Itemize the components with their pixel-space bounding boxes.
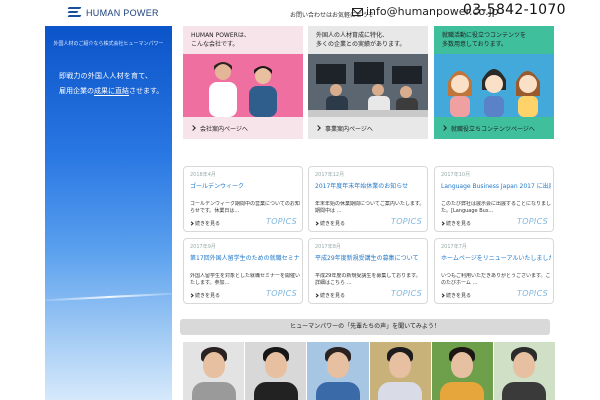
testimonial-photo[interactable] bbox=[307, 342, 369, 400]
illustration-people bbox=[448, 69, 540, 117]
news-date: 2017年10月 bbox=[441, 172, 471, 178]
feature-heading: 外国人の人材育成に特化、多くの企業との実績があります。 bbox=[308, 26, 428, 54]
feature-heading-line: 多くの企業との実績があります。 bbox=[316, 41, 406, 48]
news-excerpt: 年末年始の休業期間についてご案内いたします。期間中は … bbox=[315, 201, 425, 214]
hero-line1: 即戦力の外国人人材を育て、 bbox=[59, 72, 153, 80]
testimonial-photos bbox=[183, 342, 556, 400]
read-more-link[interactable]: 続きを見る bbox=[440, 292, 471, 299]
news-excerpt: このたび弊社は展示会に出展することになりました。[Language Bus… bbox=[441, 201, 551, 214]
news-title[interactable]: 2017年度年末年始休業のお知らせ bbox=[315, 181, 425, 190]
office-photo bbox=[308, 54, 428, 117]
feature-heading: HUMAN POWERは、 こんな会社です。 bbox=[183, 26, 303, 54]
chevron-right-icon bbox=[314, 293, 319, 298]
company-photo bbox=[209, 62, 277, 117]
chevron-right-icon bbox=[314, 221, 319, 226]
feature-card-contents[interactable]: 就職活動に役立つコンテンツを 多数用意しております。 就職役立ちコンテンツページへ bbox=[434, 26, 554, 139]
read-more-link[interactable]: 続きを見る bbox=[440, 220, 471, 227]
testimonial-photo[interactable] bbox=[183, 342, 245, 400]
feature-card-business[interactable]: 外国人の人材育成に特化、多くの企業との実績があります。 事業案内ページへ bbox=[308, 26, 428, 139]
hero-panel: 外国人材のご紹介なら株式会社ヒューマンパワー 即戦力の外国人人材を育て、 雇用企… bbox=[45, 26, 172, 400]
feature-photo bbox=[308, 54, 428, 117]
hero-emphasis: 成果に直結 bbox=[94, 87, 129, 96]
news-date: 2017年12月 bbox=[315, 172, 345, 178]
testimonial-photo[interactable] bbox=[369, 342, 431, 400]
feature-link[interactable]: 就職役立ちコンテンツページへ bbox=[434, 117, 554, 139]
logo[interactable]: HUMAN POWER bbox=[67, 6, 159, 19]
news-excerpt: ゴールデンウィーク期間中の営業についてのお知らせです。休業日は… bbox=[190, 201, 300, 214]
feature-heading-line: 外国人の人材育成に特化、 bbox=[316, 32, 389, 39]
logo-text: HUMAN POWER bbox=[86, 7, 159, 18]
news-card[interactable]: 2017年7月ホームページをリニューアルいたしましたいつもご利用いただきありがと… bbox=[434, 238, 554, 304]
logo-mark-icon bbox=[67, 6, 82, 19]
topics-tag: TOPICS bbox=[391, 217, 422, 226]
feature-illustration bbox=[434, 54, 554, 117]
feature-heading: 就職活動に役立つコンテンツを 多数用意しております。 bbox=[434, 26, 554, 54]
news-excerpt: いつもご利用いただきありがとうございます。このたびホーム … bbox=[441, 273, 551, 286]
news-title[interactable]: 平成29年度新規受講生の募集について bbox=[315, 253, 425, 262]
news-date: 2017年8月 bbox=[315, 244, 341, 250]
news-title[interactable]: ゴールデンウィーク bbox=[190, 181, 300, 190]
news-excerpt: 平成29年度の新規受講生を募集しております。詳細はこちら … bbox=[315, 273, 421, 286]
mail-icon bbox=[352, 7, 363, 16]
read-more-link[interactable]: 続きを見る bbox=[314, 220, 345, 227]
news-date: 2017年7月 bbox=[441, 244, 467, 250]
news-card[interactable]: 2017年9月第17回外国人留学生のための就職セミナー開催外国人留学生を対象とし… bbox=[183, 238, 303, 304]
news-title[interactable]: 第17回外国人留学生のための就職セミナー開催 bbox=[190, 253, 300, 262]
feature-link[interactable]: 会社案内ページへ bbox=[183, 117, 303, 139]
chevron-right-icon bbox=[440, 293, 445, 298]
feature-card-company[interactable]: HUMAN POWERは、 こんな会社です。 会社案内ページへ bbox=[183, 26, 303, 139]
feature-link[interactable]: 事業案内ページへ bbox=[308, 117, 428, 139]
hero-caption: 外国人材のご紹介なら株式会社ヒューマンパワー bbox=[53, 41, 164, 47]
read-more-link[interactable]: 続きを見る bbox=[189, 220, 220, 227]
chevron-right-icon bbox=[189, 293, 194, 298]
testimonial-photo[interactable] bbox=[493, 342, 556, 400]
topics-tag: TOPICS bbox=[391, 289, 422, 298]
news-card[interactable]: 2017年10月 Language Business Japan 2017 に出展… bbox=[434, 166, 554, 232]
chevron-right-icon bbox=[441, 125, 447, 131]
chevron-right-icon bbox=[190, 125, 196, 131]
testimonial-photo[interactable] bbox=[431, 342, 493, 400]
feature-photo bbox=[183, 54, 303, 117]
topics-tag: TOPICS bbox=[517, 289, 548, 298]
voices-banner[interactable]: ヒューマンパワーの「先輩たちの声」を聞いてみよう！ bbox=[180, 319, 550, 335]
read-more-link[interactable]: 続きを見る bbox=[189, 292, 220, 299]
news-date: 2017年9月 bbox=[190, 244, 216, 250]
news-excerpt: 外国人留学生を対象とした就職セミナーを開催いたします。参加… bbox=[190, 273, 300, 286]
topics-tag: TOPICS bbox=[517, 217, 548, 226]
news-card[interactable]: 2017年12月 2017年度年末年始休業のお知らせ年末年始の休業期間についてご案… bbox=[308, 166, 428, 232]
news-date: 2018年4月 bbox=[190, 172, 216, 178]
news-card[interactable]: 2018年4月ゴールデンウィークゴールデンウィーク期間中の営業についてのお知らせ… bbox=[183, 166, 303, 232]
phone-number[interactable]: 03-5842-1070 bbox=[463, 2, 566, 18]
sky-streak bbox=[45, 292, 172, 302]
chevron-right-icon bbox=[189, 221, 194, 226]
topics-tag: TOPICS bbox=[266, 289, 297, 298]
news-title[interactable]: ホームページをリニューアルいたしました bbox=[441, 253, 551, 262]
feature-heading-line: こんな会社です。 bbox=[191, 41, 239, 48]
feature-heading-line: HUMAN POWERは、 bbox=[191, 32, 250, 39]
feature-heading-line: 多数用意しております。 bbox=[442, 41, 508, 48]
feature-heading-line: 就職活動に役立つコンテンツを bbox=[442, 32, 527, 39]
chevron-right-icon bbox=[440, 221, 445, 226]
chevron-right-icon bbox=[315, 125, 321, 131]
news-title[interactable]: Language Business Japan 2017 に出展します bbox=[441, 181, 551, 190]
topics-tag: TOPICS bbox=[266, 217, 297, 226]
hero-line2: 雇用企業の成果に直結させます。 bbox=[59, 87, 164, 96]
site-header: HUMAN POWER お問い合わせはお気軽にどうぞ info@humanpow… bbox=[0, 0, 600, 26]
news-card[interactable]: 2017年8月平成29年度新規受講生の募集について平成29年度の新規受講生を募集… bbox=[308, 238, 428, 304]
testimonial-photo[interactable] bbox=[245, 342, 307, 400]
read-more-link[interactable]: 続きを見る bbox=[314, 292, 345, 299]
